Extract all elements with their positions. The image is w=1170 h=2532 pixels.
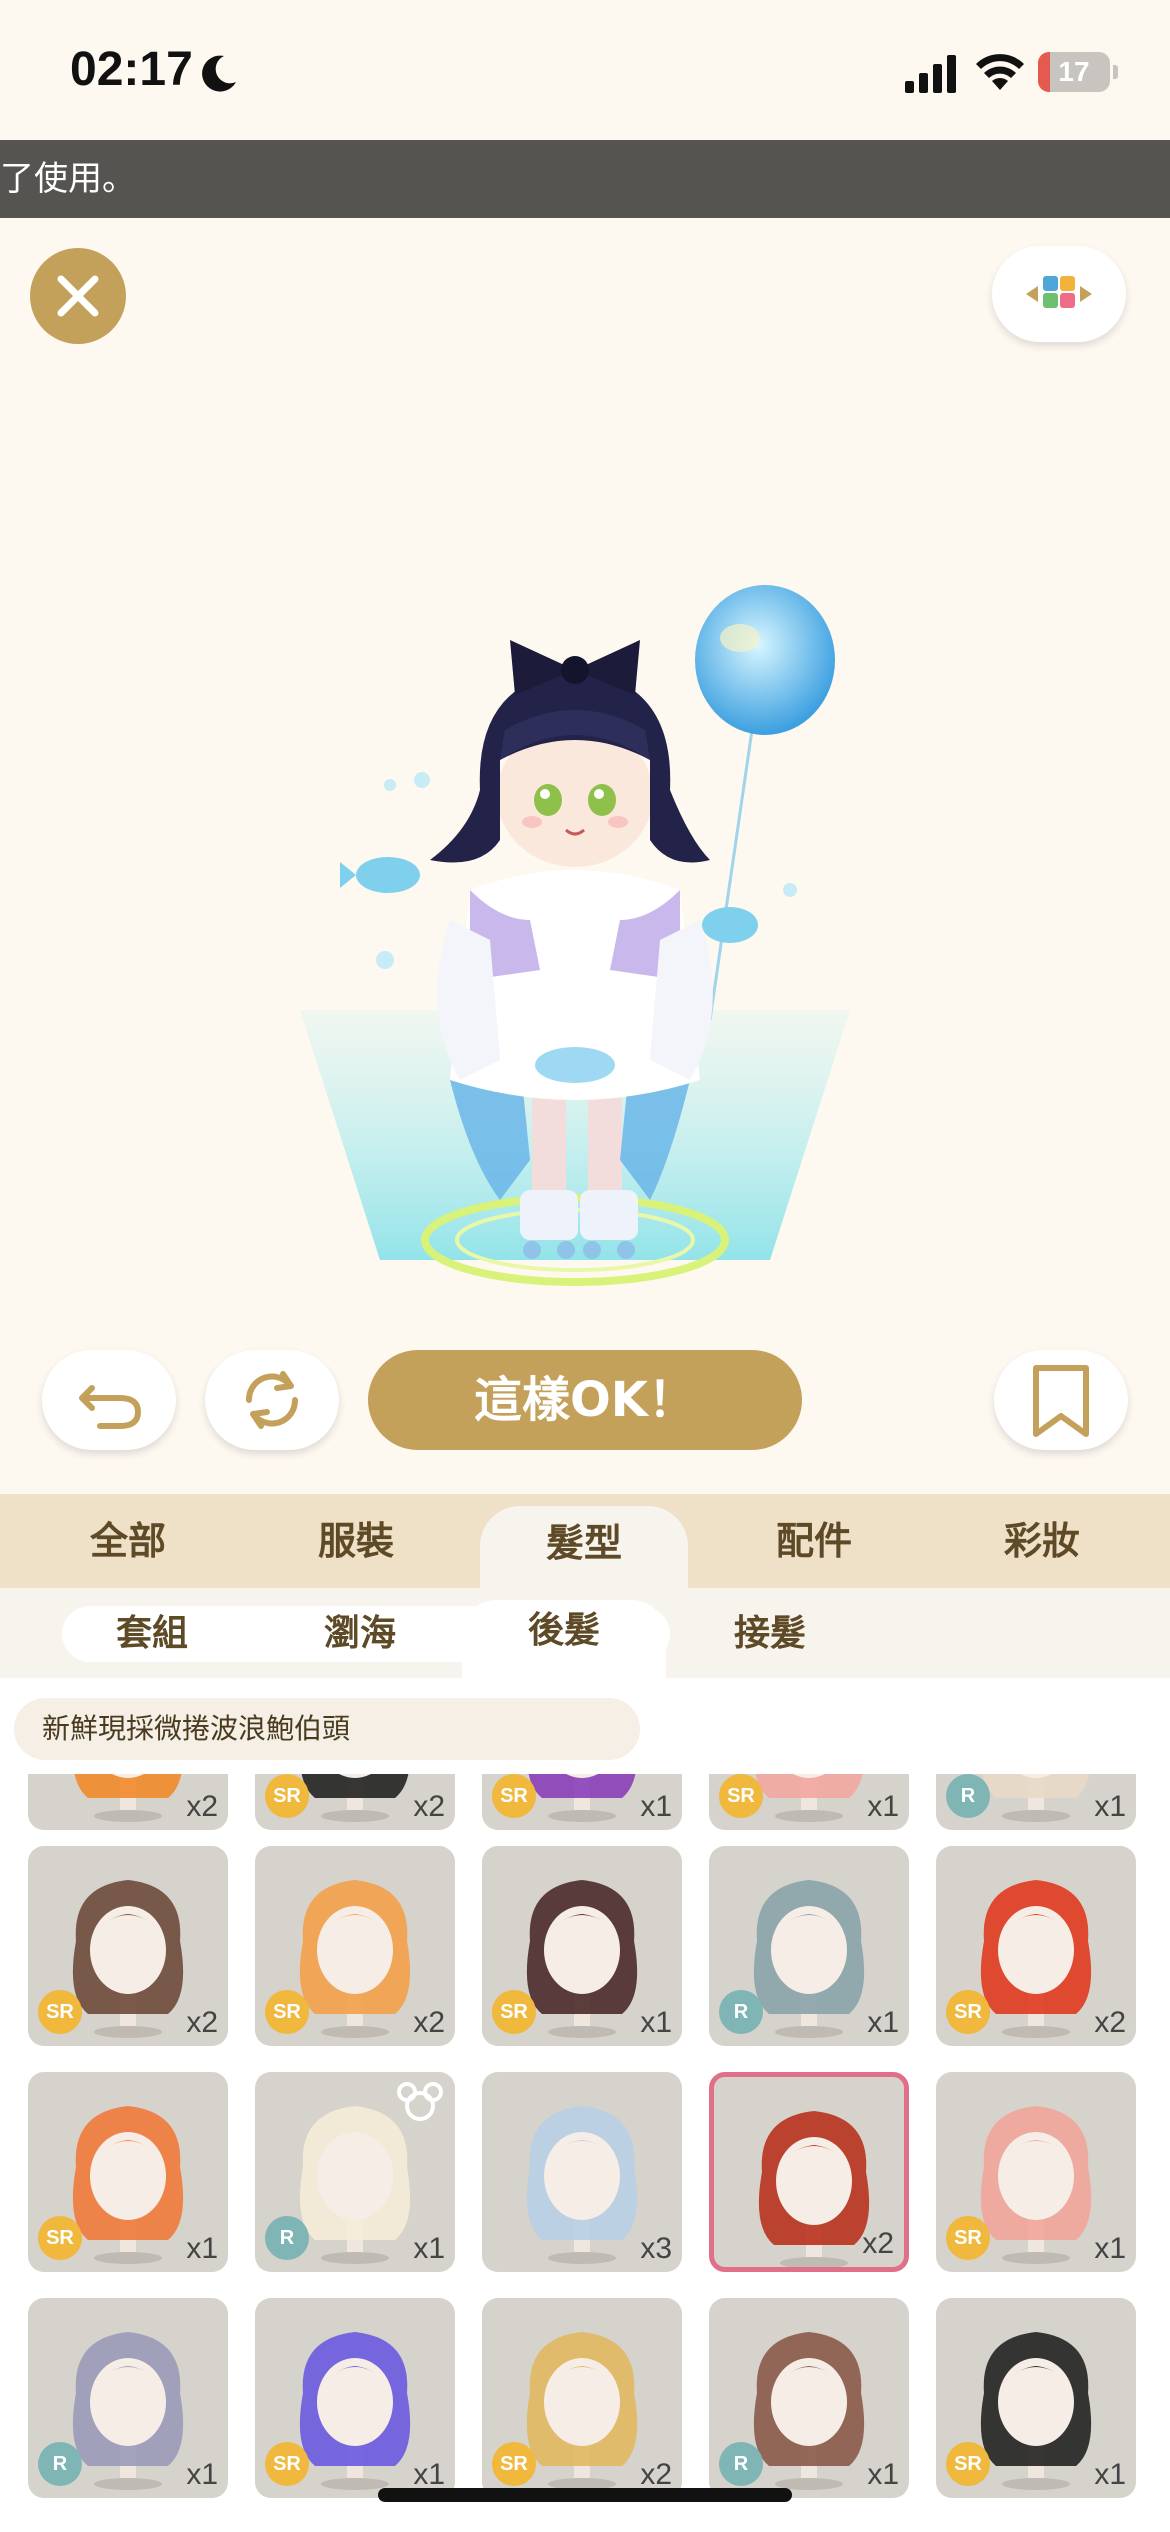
rarity-badge: SR bbox=[946, 1990, 990, 2034]
item-count: x1 bbox=[413, 2458, 445, 2491]
item-count: x1 bbox=[186, 2458, 218, 2491]
avatar-preview bbox=[300, 585, 850, 1286]
refresh-icon bbox=[245, 1371, 299, 1429]
confirm-outfit-button[interactable]: 這樣OK！ bbox=[368, 1350, 802, 1450]
notice-banner: 了使用。 bbox=[0, 140, 1170, 218]
close-icon bbox=[57, 275, 99, 317]
hair-item[interactable]: Rx1 bbox=[936, 1774, 1136, 1830]
undo-icon bbox=[79, 1385, 142, 1429]
rarity-badge: SR bbox=[265, 2442, 309, 2486]
rarity-badge: R bbox=[946, 1774, 990, 1818]
hair-item[interactable]: SR x2 bbox=[482, 2298, 682, 2498]
battery-icon: 17 bbox=[1038, 52, 1118, 92]
hair-item[interactable]: SR x2 bbox=[28, 1846, 228, 2046]
tab-all[interactable]: 全部 bbox=[30, 1494, 226, 1588]
hair-item[interactable]: SR x1 bbox=[936, 2298, 1136, 2498]
subtab-bangs[interactable]: 瀏海 bbox=[270, 1606, 450, 1662]
hair-item[interactable]: SR x1 bbox=[709, 1774, 909, 1830]
rarity-badge: R bbox=[38, 2442, 82, 2486]
item-count: x2 bbox=[186, 1790, 218, 1823]
tab-makeup[interactable]: 彩妝 bbox=[944, 1494, 1140, 1588]
rarity-badge: SR bbox=[38, 1990, 82, 2034]
randomize-button[interactable] bbox=[205, 1350, 339, 1450]
rarity-badge: SR bbox=[492, 2442, 536, 2486]
hair-item[interactable]: SR x1 bbox=[28, 2072, 228, 2272]
item-count: x2 bbox=[413, 2006, 445, 2039]
item-count: x1 bbox=[1094, 2458, 1126, 2491]
item-count: x1 bbox=[867, 2006, 899, 2039]
item-count: x1 bbox=[867, 1790, 899, 1823]
rarity-badge: SR bbox=[265, 1774, 309, 1818]
hair-item[interactable]: x3 bbox=[482, 2072, 682, 2272]
bookmark-icon bbox=[1033, 1365, 1089, 1437]
rarity-badge: R bbox=[719, 1990, 763, 2034]
selected-item-name: 新鮮現採微捲波浪鮑伯頭 bbox=[14, 1698, 640, 1760]
rarity-badge: SR bbox=[719, 1774, 763, 1818]
subtab-extensions[interactable]: 接髮 bbox=[680, 1606, 860, 1662]
item-count: x1 bbox=[640, 1790, 672, 1823]
tab-hairstyle[interactable]: 髮型 bbox=[480, 1506, 688, 1588]
moon-icon bbox=[202, 55, 236, 92]
status-bar: 02:17 17 bbox=[0, 0, 1170, 140]
layer-toggle-button[interactable] bbox=[992, 246, 1126, 342]
item-count: x1 bbox=[1094, 1790, 1126, 1823]
item-count: x1 bbox=[867, 2458, 899, 2491]
rarity-badge: R bbox=[719, 2442, 763, 2486]
rarity-badge: SR bbox=[38, 2216, 82, 2260]
closet-screen: 02:17 17 了使用。 這樣OK！ 全部 服裝 髮型 配件 彩妝 套組 瀏海… bbox=[0, 0, 1170, 2532]
hair-item[interactable]: Rx1 bbox=[709, 1846, 909, 2046]
hair-item[interactable]: x2 bbox=[28, 1774, 228, 1830]
item-count: x2 bbox=[1094, 2006, 1126, 2039]
rarity-badge: SR bbox=[946, 2442, 990, 2486]
wifi-icon bbox=[976, 54, 1024, 90]
hairstyle-subtabs: 套組 瀏海 後髮 接髮 bbox=[0, 1588, 1170, 1678]
hair-item[interactable]: Rx1 bbox=[709, 2298, 909, 2498]
item-count: x2 bbox=[186, 2006, 218, 2039]
item-grid: x2 SR x2 SR x1 SR x1 Rx1 SR x2 SR x2 SR x1 Rx1 SR x2 SR x1… bbox=[28, 1774, 1148, 2532]
bookmark-button[interactable] bbox=[994, 1350, 1128, 1450]
hair-item[interactable]: SR x1 bbox=[255, 2298, 455, 2498]
category-tabs: 全部 服裝 髮型 配件 彩妝 bbox=[0, 1494, 1170, 1588]
cellular-signal-icon bbox=[905, 55, 956, 93]
item-count: x1 bbox=[413, 2232, 445, 2265]
rarity-badge: SR bbox=[492, 1990, 536, 2034]
close-button[interactable] bbox=[30, 248, 126, 344]
item-count: x3 bbox=[640, 2232, 672, 2265]
item-count: x2 bbox=[640, 2458, 672, 2491]
hair-item[interactable]: SR x1 bbox=[482, 1846, 682, 2046]
hair-item[interactable]: SR x2 bbox=[936, 1846, 1136, 2046]
item-count: x2 bbox=[862, 2227, 894, 2260]
hair-item[interactable]: SR x2 bbox=[255, 1774, 455, 1830]
item-count: x1 bbox=[1094, 2232, 1126, 2265]
undo-button[interactable] bbox=[42, 1350, 176, 1450]
bear-icon bbox=[397, 2082, 443, 2121]
tab-accessories[interactable]: 配件 bbox=[716, 1494, 912, 1588]
item-count: x1 bbox=[186, 2232, 218, 2265]
home-indicator[interactable] bbox=[378, 2488, 792, 2502]
hair-item[interactable]: Rx1 bbox=[28, 2298, 228, 2498]
status-time: 02:17 bbox=[70, 43, 193, 96]
notice-banner-text: 了使用。 bbox=[0, 159, 136, 199]
rarity-badge: SR bbox=[492, 1774, 536, 1818]
hair-item[interactable]: SR x2 bbox=[255, 1846, 455, 2046]
hair-item[interactable]: x2 bbox=[709, 2072, 909, 2272]
tab-clothing[interactable]: 服裝 bbox=[258, 1494, 454, 1588]
subtab-set[interactable]: 套組 bbox=[62, 1606, 242, 1662]
subtab-back-hair[interactable]: 後髮 bbox=[462, 1600, 666, 1678]
item-count: x2 bbox=[413, 1790, 445, 1823]
hair-item[interactable]: SR x1 bbox=[936, 2072, 1136, 2272]
item-panel: 新鮮現採微捲波浪鮑伯頭 x2 SR x2 SR x1 SR x1 Rx1 SR x2 SR x2 SR x… bbox=[0, 1678, 1170, 2532]
hair-item[interactable]: Rx1 bbox=[255, 2072, 455, 2272]
hair-item[interactable]: SR x1 bbox=[482, 1774, 682, 1830]
rarity-badge: R bbox=[265, 2216, 309, 2260]
layer-toggle-icon bbox=[1026, 276, 1092, 308]
rarity-badge: SR bbox=[265, 1990, 309, 2034]
rarity-badge: SR bbox=[946, 2216, 990, 2260]
item-count: x1 bbox=[640, 2006, 672, 2039]
battery-level-text: 17 bbox=[1058, 56, 1090, 87]
